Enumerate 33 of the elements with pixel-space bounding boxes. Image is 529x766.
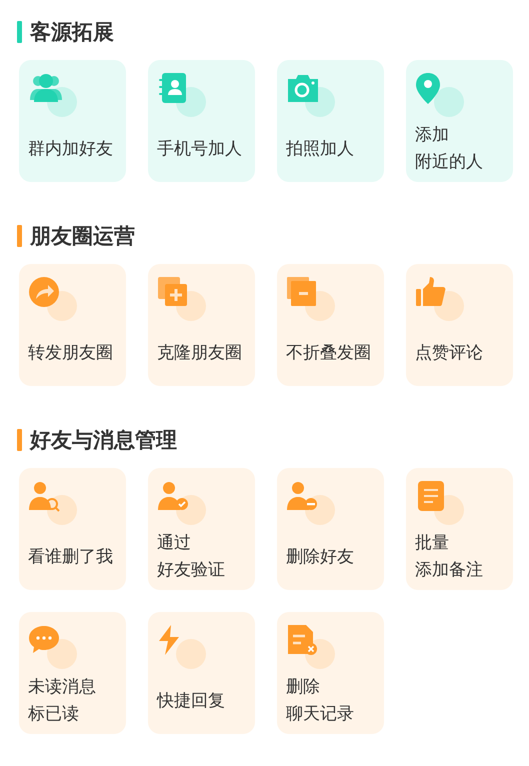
feature-tile[interactable]: 未读消息 标已读: [19, 612, 126, 734]
section-title: 朋友圈运营: [30, 223, 135, 250]
contact-book-icon: [159, 73, 206, 117]
file-delete-icon: [288, 625, 335, 669]
user-search-icon: [29, 482, 77, 525]
feature-tile[interactable]: 通过 好友验证: [148, 468, 255, 590]
document-icon: [418, 481, 464, 525]
feature-tile[interactable]: 点赞评论: [406, 264, 513, 386]
user-check-icon: [158, 482, 206, 525]
feature-tile[interactable]: 删除好友: [277, 468, 384, 590]
section-title: 客源拓展: [30, 19, 114, 46]
feature-tile[interactable]: 看谁删了我: [19, 468, 126, 590]
lightning-icon: [159, 625, 206, 669]
camera-icon: [288, 75, 335, 117]
share-arrow-icon: [29, 277, 77, 321]
feature-tile[interactable]: 拍照加人: [277, 60, 384, 182]
feature-tile[interactable]: 群内加好友: [19, 60, 126, 182]
group-icon: [30, 74, 77, 117]
feature-tile[interactable]: 手机号加人: [148, 60, 255, 182]
feature-tile[interactable]: 批量 添加备注: [406, 468, 513, 590]
section-title: 好友与消息管理: [30, 427, 177, 454]
feature-tile[interactable]: 添加 附近的人: [406, 60, 513, 182]
feature-tile[interactable]: 快捷回复: [148, 612, 255, 734]
thumbs-up-icon: [416, 277, 464, 321]
copy-minus-icon: [287, 277, 335, 321]
feature-tile[interactable]: 不折叠发圈: [277, 264, 384, 386]
feature-tile[interactable]: 转发朋友圈: [19, 264, 126, 386]
feature-tile[interactable]: 删除 聊天记录: [277, 612, 384, 734]
feature-tile[interactable]: 克隆朋友圈: [148, 264, 255, 386]
copy-plus-icon: [158, 277, 206, 321]
user-minus-icon: [287, 482, 335, 525]
map-pin-icon: [416, 73, 464, 117]
chat-bubble-icon: [29, 626, 77, 669]
